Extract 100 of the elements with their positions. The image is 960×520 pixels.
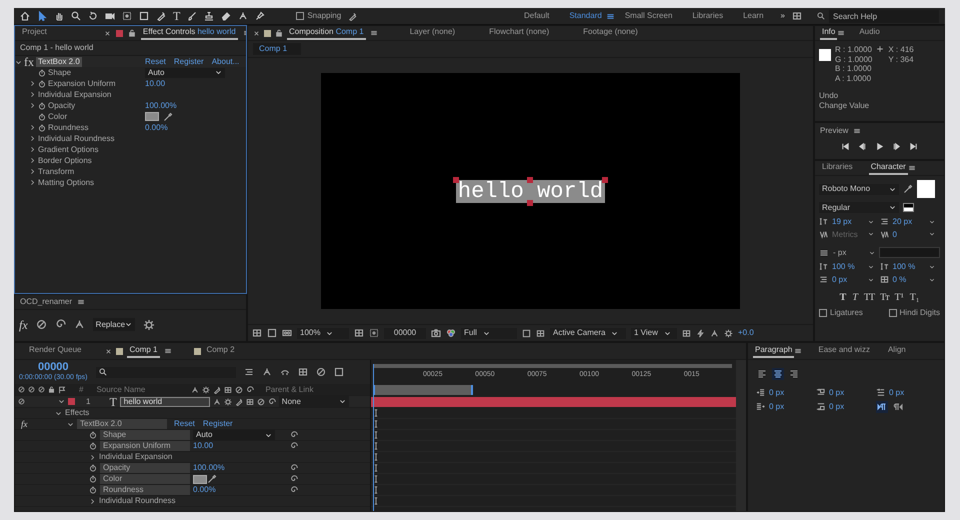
collapse-icon[interactable] xyxy=(15,58,22,66)
fast-preview-icon[interactable] xyxy=(696,328,705,338)
effect-link[interactable]: Reset xyxy=(174,419,195,429)
close-icon[interactable] xyxy=(253,30,260,36)
shape-dropdown[interactable]: Auto xyxy=(145,68,225,78)
stopwatch-icon[interactable] xyxy=(38,68,46,76)
panel-tab[interactable]: Character xyxy=(868,161,908,176)
scrollbar[interactable] xyxy=(736,360,746,511)
panel-tab[interactable]: Audio xyxy=(857,26,882,40)
timecode-field[interactable]: 00000 xyxy=(384,328,426,338)
mask-icon[interactable] xyxy=(282,328,292,338)
space-after-value[interactable]: 0 px xyxy=(829,402,844,412)
effect-link[interactable]: Register xyxy=(174,57,204,67)
anchor-point-icon[interactable] xyxy=(122,11,132,21)
selection-handle[interactable] xyxy=(602,176,608,182)
property-value[interactable]: 10.00 xyxy=(145,78,166,88)
effect-link[interactable]: Register xyxy=(202,419,233,429)
indent-right-value[interactable]: 0 px xyxy=(769,402,784,412)
panel-tab[interactable]: Paragraph xyxy=(753,344,794,358)
views-dropdown[interactable]: 1 View xyxy=(631,328,677,338)
snapshot-icon[interactable] xyxy=(431,328,441,338)
menu-icon[interactable] xyxy=(794,347,802,355)
fx-button[interactable]: fx xyxy=(19,318,28,330)
indent-left-value[interactable]: 0 px xyxy=(769,388,784,398)
current-time[interactable]: 00000 xyxy=(19,361,88,374)
vscale-value[interactable]: 100 % xyxy=(832,262,864,272)
pointer-icon[interactable] xyxy=(37,11,47,21)
selection-handle[interactable] xyxy=(527,200,534,206)
menu-icon[interactable] xyxy=(77,298,86,306)
selection-handle[interactable] xyxy=(527,176,534,182)
panel-tab[interactable]: Libraries xyxy=(820,161,855,176)
panel-tab[interactable]: Comp 1 xyxy=(127,344,160,358)
tracking-value[interactable]: 0 xyxy=(892,230,924,240)
circle-icon[interactable] xyxy=(36,319,47,330)
stroke-fill-swatch[interactable] xyxy=(903,203,914,212)
play-icon[interactable] xyxy=(875,142,884,151)
workspace-icon[interactable] xyxy=(792,11,802,21)
hscale-value[interactable]: 100 % xyxy=(892,262,924,272)
font-dropdown[interactable]: Roboto Mono xyxy=(819,184,899,194)
solo-icon[interactable] xyxy=(38,386,45,393)
visibility-icon[interactable] xyxy=(18,386,25,393)
align-center-button[interactable] xyxy=(772,368,784,380)
workspace-tab[interactable]: Libraries xyxy=(682,11,734,21)
first-frame-icon[interactable] xyxy=(841,142,850,151)
stopwatch-icon[interactable] xyxy=(89,442,97,450)
bold-style-button[interactable]: T xyxy=(836,292,850,304)
style-dropdown[interactable]: Regular xyxy=(819,202,899,213)
space-before-value[interactable]: 0 px xyxy=(829,388,844,398)
audio-icon[interactable] xyxy=(28,386,35,393)
stopwatch-icon[interactable] xyxy=(89,475,97,483)
effect-link[interactable]: Reset xyxy=(145,57,166,67)
stopwatch-icon[interactable] xyxy=(38,102,46,110)
stopwatch-icon[interactable] xyxy=(89,431,97,439)
panel-tab[interactable]: Composition Comp 1 xyxy=(287,26,366,40)
channel-icon[interactable] xyxy=(446,328,456,338)
layer-name[interactable]: hello world xyxy=(120,396,210,406)
stopwatch-icon[interactable] xyxy=(38,124,46,132)
expand-icon[interactable] xyxy=(89,454,96,460)
hindi-digits-checkbox[interactable]: Hindi Digits xyxy=(888,308,940,318)
super-style-button[interactable]: T¹ xyxy=(892,292,907,304)
panel-tab[interactable]: Project xyxy=(20,26,49,40)
panel-tab[interactable]: Info xyxy=(820,26,838,40)
rotate-icon[interactable] xyxy=(88,11,98,21)
smallcaps-style-button[interactable]: Tт xyxy=(877,292,892,304)
collapse-icon[interactable] xyxy=(67,420,74,428)
menu-icon[interactable] xyxy=(370,29,378,37)
property-value[interactable]: 100.00% xyxy=(193,463,225,473)
workspace-tab[interactable]: Small Screen xyxy=(614,11,682,21)
lock-icon[interactable] xyxy=(128,29,136,37)
chevron-icon[interactable] xyxy=(869,250,875,256)
panel-tab[interactable]: Align xyxy=(886,344,908,358)
eraser-icon[interactable] xyxy=(221,11,232,21)
baseline-value[interactable]: 0 px xyxy=(832,274,864,284)
caps-style-button[interactable]: TT xyxy=(860,292,878,304)
left-to-right-button[interactable] xyxy=(876,400,888,413)
leading-value[interactable]: 20 px xyxy=(892,217,924,227)
grid-icon[interactable] xyxy=(536,328,545,338)
settings-icon[interactable] xyxy=(142,318,155,330)
menu-icon[interactable] xyxy=(606,12,615,20)
label-icon[interactable] xyxy=(58,386,66,394)
panel-tab[interactable]: Footage (none) xyxy=(581,26,640,40)
color-swatch[interactable] xyxy=(145,112,159,121)
exposure-value[interactable]: +0.0 xyxy=(738,328,754,338)
pick-whip-icon[interactable] xyxy=(268,398,276,406)
fill-color-swatch[interactable] xyxy=(917,180,935,198)
property-value[interactable]: 0.00% xyxy=(145,122,168,132)
color-swatch[interactable] xyxy=(193,474,207,484)
ligatures-checkbox[interactable]: Ligatures xyxy=(819,308,863,318)
spiral-icon[interactable] xyxy=(54,319,66,330)
first-line-value[interactable]: 0 px xyxy=(889,388,904,398)
expand-icon[interactable] xyxy=(89,498,96,504)
workspace-tab[interactable]: Standard xyxy=(559,11,612,21)
search-field[interactable]: Search Help xyxy=(829,10,939,22)
stopwatch-icon[interactable] xyxy=(89,464,97,472)
tsume-value[interactable]: 0 % xyxy=(892,274,924,284)
layer-label-color[interactable] xyxy=(68,398,75,405)
camera-icon[interactable] xyxy=(105,11,115,21)
grid-icon[interactable] xyxy=(354,328,364,338)
stopwatch-icon[interactable] xyxy=(89,486,97,494)
viewer-tab[interactable]: Comp 1 xyxy=(253,43,301,55)
